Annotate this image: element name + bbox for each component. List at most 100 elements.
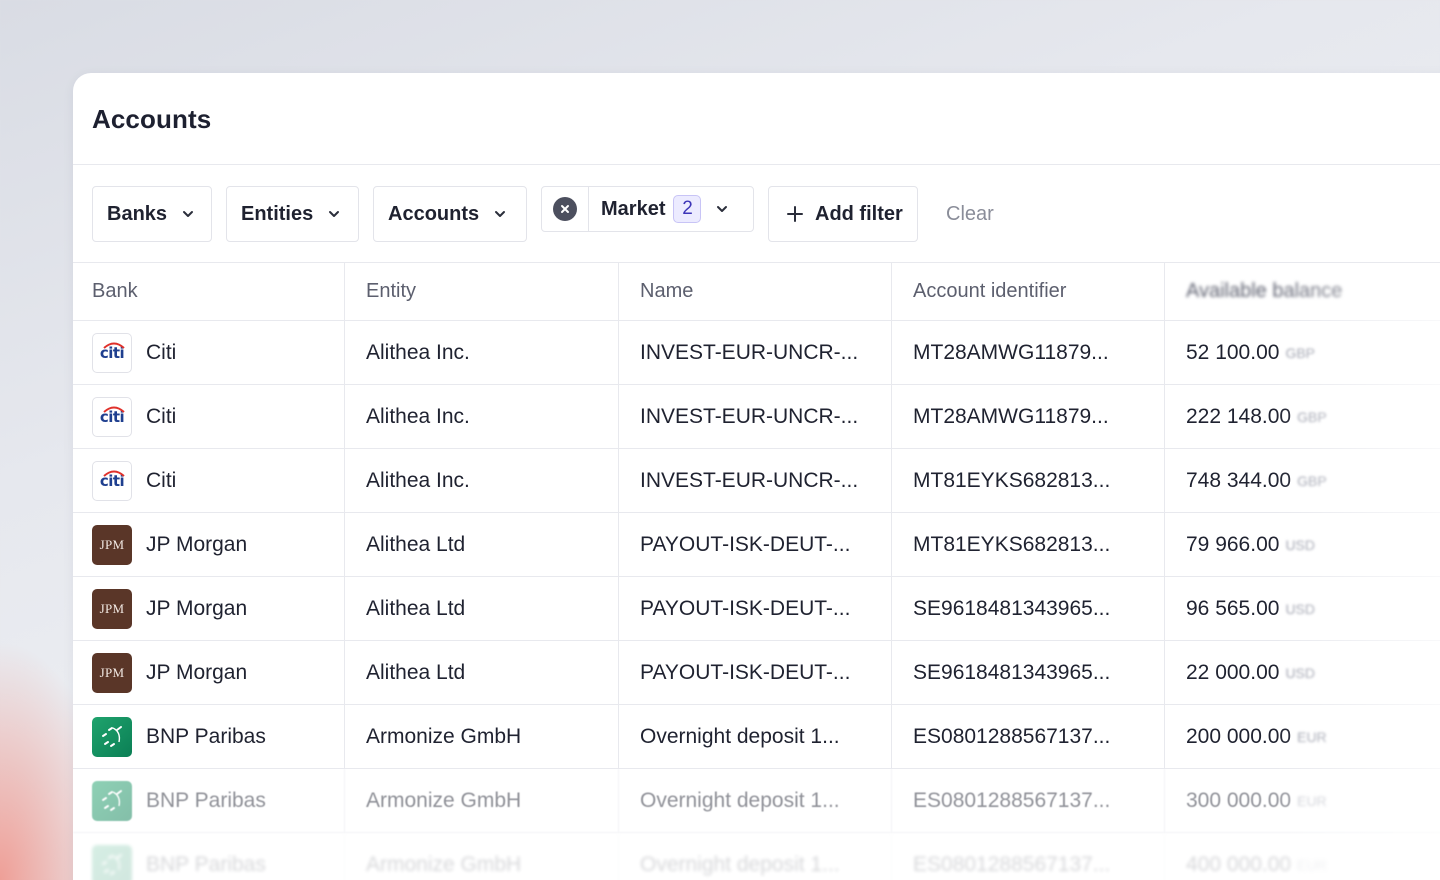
table-row[interactable]: citi Citi Alithea Inc. INVEST-EUR-UNCR-... M…	[73, 449, 1440, 513]
entity-cell: Alithea Inc.	[345, 449, 619, 512]
bank-cell: citi Citi	[73, 449, 345, 512]
entity-cell: Alithea Ltd	[345, 513, 619, 576]
balance-amount: 300 000.00	[1186, 788, 1292, 812]
bnp-logo-icon	[92, 716, 132, 757]
table-row[interactable]: citi Citi Alithea Inc. INVEST-EUR-UNCR-... M…	[73, 321, 1440, 385]
entity-cell: Alithea Ltd	[345, 577, 619, 640]
bank-cell: citi Citi	[73, 385, 345, 448]
account-name-cell: Overnight deposit 1...	[619, 769, 892, 832]
column-header-name[interactable]: Name	[619, 263, 892, 320]
banks-filter-button[interactable]: Banks	[92, 186, 212, 242]
column-header-account-identifier[interactable]: Account identifier	[892, 263, 1165, 320]
table-body: citi Citi Alithea Inc. INVEST-EUR-UNCR-... M…	[73, 321, 1440, 880]
entity-cell: Alithea Inc.	[345, 321, 619, 384]
remove-market-filter-button[interactable]	[542, 187, 589, 231]
entity-cell: Alithea Inc.	[345, 385, 619, 448]
balance-currency: EUR	[1297, 792, 1327, 809]
column-header-bank[interactable]: Bank	[73, 263, 345, 320]
citi-logo-icon: citi	[92, 460, 132, 501]
entity-cell: Armonize GmbH	[345, 705, 619, 768]
jpm-logo-icon: JPM	[92, 524, 132, 565]
available-balance-cell: 300 000.00 EUR	[1165, 769, 1440, 832]
available-balance-cell: 748 344.00 GBP	[1165, 449, 1440, 512]
bank-name: Citi	[146, 340, 177, 364]
table-row[interactable]: JPM JP Morgan Alithea Ltd PAYOUT-ISK-DEUT-.…	[73, 641, 1440, 705]
add-filter-button[interactable]: Add filter	[768, 186, 918, 242]
bnp-logo-icon	[92, 844, 132, 880]
table-row[interactable]: citi Citi Alithea Inc. INVEST-EUR-UNCR-... M…	[73, 385, 1440, 449]
bank-name: BNP Paribas	[146, 724, 266, 748]
table-row[interactable]: JPM JP Morgan Alithea Ltd PAYOUT-ISK-DEUT-.…	[73, 513, 1440, 577]
bank-cell: JPM JP Morgan	[73, 577, 345, 640]
available-balance-cell: 400 000.00 EUR	[1165, 833, 1440, 880]
bank-cell: BNP Paribas	[73, 705, 345, 768]
balance-currency: GBP	[1297, 472, 1327, 489]
account-identifier-cell: SE9618481343965...	[892, 641, 1165, 704]
account-name-cell: INVEST-EUR-UNCR-...	[619, 449, 892, 512]
bank-cell: citi Citi	[73, 321, 345, 384]
account-identifier-cell: MT28AMWG11879...	[892, 385, 1165, 448]
chevron-down-icon	[183, 211, 194, 217]
accounts-table: Bank Entity Name Account identifier Avai…	[73, 262, 1440, 880]
available-balance-cell: 52 100.00 GBP	[1165, 321, 1440, 384]
account-name-cell: INVEST-EUR-UNCR-...	[619, 385, 892, 448]
balance-amount: 222 148.00	[1186, 404, 1292, 428]
available-balance-cell: 200 000.00 EUR	[1165, 705, 1440, 768]
available-balance-cell: 96 565.00 USD	[1165, 577, 1440, 640]
available-balance-cell: 79 966.00 USD	[1165, 513, 1440, 576]
chevron-down-icon	[495, 211, 506, 217]
clear-filters-link[interactable]: Clear	[946, 203, 994, 226]
table-row[interactable]: BNP Paribas Armonize GmbH Overnight deposi…	[73, 833, 1440, 880]
table-row[interactable]: JPM JP Morgan Alithea Ltd PAYOUT-ISK-DEUT-.…	[73, 577, 1440, 641]
entities-filter-label: Entities	[241, 202, 314, 225]
add-filter-label: Add filter	[815, 202, 903, 225]
jpm-logo-icon: JPM	[92, 588, 132, 629]
account-identifier-cell: MT28AMWG11879...	[892, 321, 1165, 384]
balance-amount: 79 966.00	[1186, 532, 1280, 556]
table-row[interactable]: BNP Paribas Armonize GmbH Overnight deposi…	[73, 705, 1440, 769]
column-header-available-balance[interactable]: Available balance	[1165, 263, 1440, 320]
market-filter-count-badge: 2	[673, 195, 702, 223]
entities-filter-button[interactable]: Entities	[226, 186, 359, 242]
account-identifier-cell: SE9618481343965...	[892, 577, 1165, 640]
balance-currency: USD	[1285, 600, 1315, 617]
account-name-cell: INVEST-EUR-UNCR-...	[619, 321, 892, 384]
balance-amount: 22 000.00	[1186, 660, 1280, 684]
balance-amount: 400 000.00	[1186, 852, 1292, 876]
account-identifier-cell: ES0801288567137...	[892, 769, 1165, 832]
account-name-cell: PAYOUT-ISK-DEUT-...	[619, 513, 892, 576]
entity-cell: Armonize GmbH	[345, 769, 619, 832]
bank-name: Citi	[146, 468, 177, 492]
account-name-cell: PAYOUT-ISK-DEUT-...	[619, 577, 892, 640]
balance-amount: 52 100.00	[1186, 340, 1280, 364]
account-identifier-cell: MT81EYKS682813...	[892, 449, 1165, 512]
available-balance-cell: 22 000.00 USD	[1165, 641, 1440, 704]
market-filter-chip: Market 2	[541, 186, 754, 232]
balance-amount: 200 000.00	[1186, 724, 1292, 748]
bank-name: Citi	[146, 404, 177, 428]
citi-logo-icon: citi	[92, 396, 132, 437]
chevron-down-icon	[329, 211, 340, 217]
balance-currency: GBP	[1285, 344, 1316, 361]
table-header: Bank Entity Name Account identifier Avai…	[73, 263, 1440, 321]
accounts-filter-button[interactable]: Accounts	[373, 186, 527, 242]
balance-currency: USD	[1285, 536, 1315, 553]
account-name-cell: Overnight deposit 1...	[619, 705, 892, 768]
bank-name: BNP Paribas	[146, 852, 266, 876]
bank-name: BNP Paribas	[146, 788, 266, 812]
market-filter-label[interactable]: Market	[589, 198, 665, 221]
chevron-down-icon[interactable]	[715, 202, 729, 216]
close-icon	[553, 197, 577, 221]
balance-currency: USD	[1285, 664, 1315, 681]
bank-name: JP Morgan	[146, 660, 248, 684]
table-row[interactable]: BNP Paribas Armonize GmbH Overnight deposi…	[73, 769, 1440, 833]
entity-cell: Alithea Ltd	[345, 641, 619, 704]
jpm-logo-icon: JPM	[92, 652, 132, 693]
account-name-cell: PAYOUT-ISK-DEUT-...	[619, 641, 892, 704]
column-header-entity[interactable]: Entity	[345, 263, 619, 320]
balance-currency: EUR	[1297, 856, 1327, 873]
accounts-panel: Accounts Banks Entities Accounts Market …	[73, 73, 1440, 880]
entity-cell: Armonize GmbH	[345, 833, 619, 880]
banks-filter-label: Banks	[107, 202, 168, 225]
balance-currency: GBP	[1297, 408, 1327, 425]
